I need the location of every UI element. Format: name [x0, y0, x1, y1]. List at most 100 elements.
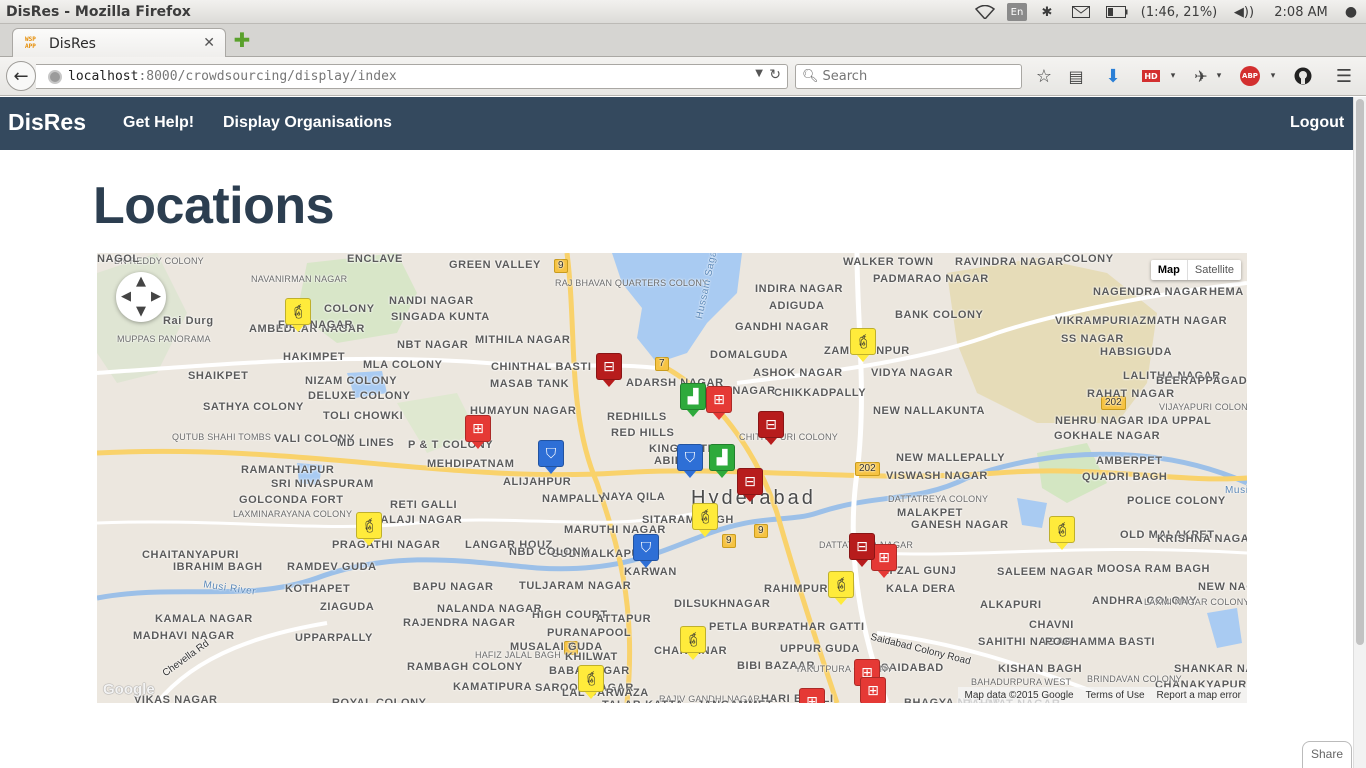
map-marker-factory[interactable]: ▟ — [680, 383, 706, 417]
map-canvas[interactable]: 9 9 7 7 9 202 202 BN REDDY COLONY NAVANIR… — [97, 253, 1247, 703]
bookmark-star-icon[interactable]: ☆ — [1034, 66, 1054, 87]
terms-of-use-link[interactable]: Terms of Use — [1080, 690, 1151, 701]
area-label: MITHILA NAGAR — [475, 334, 571, 346]
wifi-icon[interactable] — [974, 0, 996, 24]
map-marker-blood-bank[interactable]: ⊟ — [737, 468, 763, 502]
map-attribution: Map data ©2015 Google Terms of Use Repor… — [958, 687, 1247, 703]
area-label: CHITRAPURI COLONY — [739, 432, 838, 442]
bookmarks-list-icon[interactable]: ▤ — [1066, 66, 1086, 86]
clock[interactable]: 2:08 AM — [1268, 0, 1334, 24]
search-bar[interactable]: 🔍︎ — [795, 64, 1022, 89]
battery-status: (1:46, 21%) — [1140, 4, 1218, 20]
map-marker-fire[interactable]: 🧯︎ — [692, 503, 718, 537]
github-icon[interactable] — [1293, 66, 1313, 86]
adblock-plus-icon[interactable]: ABP — [1240, 66, 1260, 86]
pan-left-icon[interactable]: ◀ — [121, 289, 131, 304]
area-label: MASAB TANK — [490, 378, 570, 390]
battery-icon[interactable] — [1105, 0, 1129, 24]
map-marker-hospital[interactable]: ⊞ — [706, 386, 732, 420]
hd-addon-dropdown-icon[interactable]: ▾ — [1168, 66, 1178, 86]
area-label: TALAB KATTA — [602, 699, 684, 703]
site-navbar: DisRes Get Help! Display Organisations L… — [0, 97, 1353, 150]
area-label: NAGENDRA NAGAR — [1093, 286, 1208, 298]
area-label: ATTAPUR — [596, 613, 652, 625]
apple-menu-icon[interactable]: ● — [1344, 0, 1358, 24]
new-tab-plus-icon[interactable]: ✚ — [233, 30, 251, 50]
area-label: HEMA NAGAR — [1209, 286, 1247, 298]
hamburger-menu-icon[interactable]: ☰ — [1334, 66, 1354, 87]
google-logo[interactable]: Google — [103, 681, 155, 698]
area-label: NAVANIRMAN NAGAR — [251, 274, 348, 284]
tab-close-icon[interactable]: ✕ — [203, 35, 215, 51]
fire-extinguisher-icon: 🧯︎ — [1053, 521, 1071, 538]
keyboard-layout-indicator[interactable]: En — [1007, 3, 1027, 21]
map-marker-hospital[interactable]: ⊞ — [860, 677, 886, 703]
pan-right-icon[interactable]: ▶ — [151, 289, 161, 304]
reload-icon[interactable]: ↻ — [769, 67, 781, 83]
area-label: GANESH NAGAR — [911, 519, 1009, 531]
report-map-error-link[interactable]: Report a map error — [1151, 690, 1247, 701]
page-scrollbar[interactable] — [1353, 97, 1366, 768]
map-marker-police[interactable]: ⛉ — [538, 440, 564, 474]
site-identity-icon[interactable] — [48, 69, 62, 84]
hospital-icon: ⊞ — [472, 420, 484, 437]
map-marker-fire[interactable]: 🧯︎ — [850, 328, 876, 362]
pan-down-icon[interactable]: ▼ — [136, 304, 146, 319]
bluetooth-icon[interactable]: ✱ — [1040, 0, 1054, 24]
area-label: NEW MALLEPALLY — [896, 452, 1006, 464]
map-marker-fire[interactable]: 🧯︎ — [285, 298, 311, 332]
area-label: WALKER TOWN — [843, 256, 934, 268]
back-button[interactable]: ← — [6, 61, 36, 91]
map-type-satellite-button[interactable]: Satellite — [1188, 260, 1241, 280]
download-icon[interactable]: ⬇ — [1104, 66, 1122, 87]
map-marker-hospital[interactable]: ⊞ — [465, 415, 491, 449]
nav-link-get-help[interactable]: Get Help! — [123, 114, 194, 132]
url-history-dropdown-icon[interactable]: ▼ — [755, 68, 763, 79]
area-label: PATHAR GATTI — [778, 621, 865, 633]
map-marker-police[interactable]: ⛉ — [677, 444, 703, 478]
search-input[interactable] — [822, 69, 1013, 84]
brand-link[interactable]: DisRes — [8, 109, 86, 136]
logout-link[interactable]: Logout — [1290, 114, 1344, 132]
area-label: MEHDIPATNAM — [427, 458, 515, 470]
area-label: CHAVNI — [1029, 619, 1074, 631]
adblock-dropdown-icon[interactable]: ▾ — [1268, 66, 1278, 86]
area-label: KAMALA NAGAR — [155, 613, 253, 625]
map-marker-fire[interactable]: 🧯︎ — [1049, 516, 1075, 550]
url-bar[interactable]: localhost:8000/crowdsourcing/display/ind… — [36, 64, 788, 89]
map-marker-police[interactable]: ⛉ — [633, 534, 659, 568]
extension-icon[interactable]: ✈ — [1192, 66, 1210, 86]
map-marker-fire[interactable]: 🧯︎ — [356, 512, 382, 546]
area-label: KOTHAPET — [285, 583, 351, 595]
area-label: UPPARPALLY — [295, 632, 373, 644]
pan-up-icon[interactable]: ▲ — [136, 274, 146, 289]
map-marker-factory[interactable]: ▟ — [709, 444, 735, 478]
map-marker-fire[interactable]: 🧯︎ — [680, 626, 706, 660]
area-label: PRAGATHI NAGAR — [332, 539, 441, 551]
tab-disres[interactable]: WSP APP DisRes ✕ — [12, 28, 226, 58]
map-marker-hospital[interactable]: ⊞ — [799, 688, 825, 703]
area-label: GREEN VALLEY — [449, 259, 541, 271]
extension-dropdown-icon[interactable]: ▾ — [1214, 66, 1224, 86]
volume-icon[interactable]: ◀)) — [1233, 0, 1255, 24]
map-marker-blood-bank[interactable]: ⊟ — [849, 533, 875, 567]
map-marker-fire[interactable]: 🧯︎ — [578, 665, 604, 699]
share-button[interactable]: Share — [1302, 741, 1352, 768]
mail-icon[interactable] — [1070, 0, 1092, 24]
area-label: SRI NIVASPURAM — [271, 478, 374, 490]
pan-control[interactable]: ▲ ▼ ◀ ▶ — [116, 272, 166, 322]
area-label: COLONY — [324, 303, 375, 315]
fire-extinguisher-icon: 🧯︎ — [854, 333, 872, 350]
hd-addon-icon[interactable]: HD — [1142, 70, 1160, 82]
map-marker-fire[interactable]: 🧯︎ — [828, 571, 854, 605]
map-marker-blood-bank[interactable]: ⊟ — [758, 411, 784, 445]
map-marker-blood-bank[interactable]: ⊟ — [596, 353, 622, 387]
area-label: VISWASH NAGAR — [886, 470, 988, 482]
area-label: UPPUR GUDA — [780, 643, 860, 655]
map-type-map-button[interactable]: Map — [1151, 260, 1188, 280]
nav-link-display-organisations[interactable]: Display Organisations — [223, 114, 392, 132]
area-label: ASHOK NAGAR — [753, 367, 843, 379]
url-text[interactable]: localhost:8000/crowdsourcing/display/ind… — [68, 69, 397, 84]
scrollbar-thumb[interactable] — [1356, 99, 1364, 645]
tab-strip: WSP APP DisRes ✕ ✚ — [0, 24, 1366, 58]
